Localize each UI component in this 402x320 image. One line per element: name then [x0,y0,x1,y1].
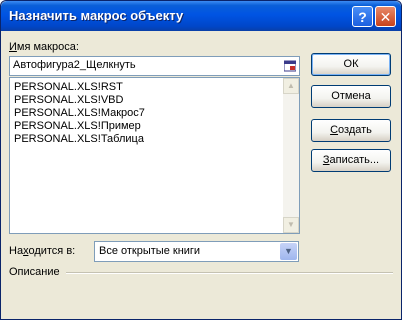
cancel-button[interactable]: Отмена [311,85,391,108]
description-label: Описание [9,266,60,278]
close-button[interactable]: ✕ [375,6,396,27]
list-item[interactable]: PERSONAL.XLS!RST [14,81,123,93]
dialog-title: Назначить макрос объекту [9,8,184,23]
macro-list[interactable]: PERSONAL.XLS!RST PERSONAL.XLS!VBD PERSON… [9,77,300,234]
ok-button[interactable]: ОК [311,53,391,76]
macro-name-value: Автофигура2_Щелкнуть [13,59,136,71]
help-button[interactable]: ? [352,6,373,27]
list-item[interactable]: PERSONAL.XLS!Пример [14,120,141,132]
macro-list-scrollbar[interactable]: ▲ ▼ [283,78,299,233]
list-item[interactable]: PERSONAL.XLS!Макрос7 [14,107,145,119]
scroll-up-button[interactable]: ▲ [283,78,299,94]
collapse-dialog-icon[interactable] [284,60,296,72]
record-button[interactable]: Записать... [311,149,391,172]
list-item[interactable]: PERSONAL.XLS!Таблица [14,133,144,145]
description-divider [66,272,393,274]
macro-name-input[interactable]: Автофигура2_Щелкнуть [9,56,300,76]
location-select[interactable]: Все открытые книги ▼ [94,241,299,262]
scroll-down-button[interactable]: ▼ [283,217,299,233]
assign-macro-dialog: Назначить макрос объекту ? ✕ Имя макроса… [0,0,402,320]
location-label: Находится в: [9,245,76,257]
create-button[interactable]: Создать [311,119,391,142]
macro-name-label: Имя макроса: [9,41,79,53]
chevron-down-icon[interactable]: ▼ [280,243,297,260]
list-item[interactable]: PERSONAL.XLS!VBD [14,94,123,106]
title-bar[interactable]: Назначить макрос объекту ? ✕ [1,1,401,31]
location-selected-value: Все открытые книги [99,245,201,257]
